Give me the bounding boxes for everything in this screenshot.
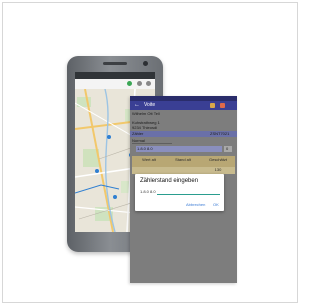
estimated-value: 130	[214, 167, 222, 172]
col-old-value: Wert alt	[142, 157, 156, 162]
reading-table-row: 130	[132, 167, 235, 174]
customer-name: Wilhelm Ott Tell	[132, 111, 160, 116]
app-bar: ← Voite	[130, 101, 237, 110]
ok-button[interactable]: OK	[213, 202, 219, 207]
meter-label: Zähler	[132, 131, 144, 136]
camera-icon	[143, 61, 148, 66]
meter-number: ZSNT7021	[210, 131, 230, 136]
app-title: Voite	[144, 102, 156, 108]
meter-type-underline	[132, 143, 172, 144]
reading-input-field[interactable]	[157, 188, 220, 195]
meter-row[interactable]: Zähler ZSNT7021	[130, 131, 237, 137]
cancel-button[interactable]: Abbrechen	[186, 202, 205, 207]
phone-status-bar	[75, 72, 155, 79]
register-row[interactable]: 1.8.0 8.0	[136, 146, 222, 152]
info-icon[interactable]	[220, 103, 225, 108]
back-arrow-icon[interactable]: ←	[134, 102, 140, 109]
dialog-title: Zählerstand eingeben	[140, 178, 199, 184]
col-estimated: Geschätzt	[208, 157, 227, 162]
dialog-field-label: 1.8.0 8.0	[140, 189, 156, 194]
settings-icon[interactable]	[210, 103, 215, 108]
col-old-reading: Stand alt	[175, 157, 191, 162]
menu-icon[interactable]	[146, 81, 151, 86]
customer-city: 9234 Thieosdi	[132, 125, 158, 130]
reading-table-header: Wert alt Stand alt Geschätzt	[132, 156, 235, 167]
reading-input-dialog: Zählerstand eingeben 1.8.0 8.0 Abbrechen…	[135, 174, 224, 211]
speaker-grille	[103, 62, 127, 65]
layers-icon[interactable]	[137, 81, 142, 86]
register-label: 1.8.0 8.0	[137, 146, 153, 151]
locate-icon[interactable]	[127, 81, 132, 86]
register-button[interactable]: 0	[224, 146, 232, 152]
